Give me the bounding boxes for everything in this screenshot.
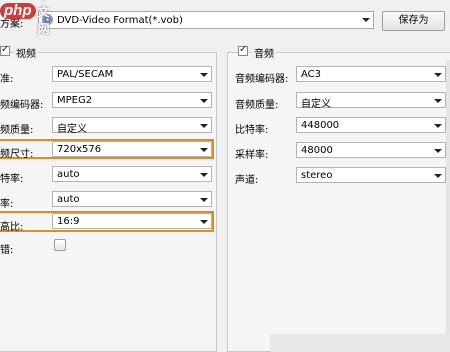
audio-quality-label: 音频质量: [235,100,279,111]
watermark-logo: php 中文网 [0,0,58,36]
scheme-select[interactable]: DVD-Video Format(*.vob) [38,11,374,29]
aspect-ratio-value: 16:9 [57,216,80,227]
video-framerate-select[interactable]: auto [52,191,212,207]
channels-value: stereo [301,170,333,181]
audio-bitrate-value: 448000 [301,120,340,131]
video-size-select[interactable]: 720x576 [52,141,212,157]
video-framerate-label: 率: [0,199,14,210]
chevron-down-icon [195,67,211,81]
chevron-down-icon [195,93,211,107]
video-codec-value: MPEG2 [57,95,93,106]
video-bitrate-value: auto [57,169,80,180]
video-size-label: 频尺寸: [0,149,34,160]
audio-legend: 音频 [252,45,276,60]
audio-codec-value: AC3 [301,69,322,80]
audio-enable-checkbox[interactable] [238,44,248,56]
chevron-down-icon [429,67,445,81]
video-standard-label: 准: [0,74,14,85]
video-quality-select[interactable]: 自定义 [52,117,212,135]
chevron-down-icon [195,167,211,181]
chevron-down-icon [429,143,445,157]
interlace-checkbox[interactable] [54,239,66,251]
audio-quality-value: 自定义 [301,99,331,110]
window-edge [446,60,450,352]
audio-codec-select[interactable]: AC3 [296,66,446,82]
chevron-down-icon [429,93,445,107]
channels-select[interactable]: stereo [296,167,446,183]
logo-mark: php [0,3,36,19]
video-framerate-value: auto [57,194,80,205]
chevron-down-icon [429,118,445,132]
scheme-value: DVD-Video Format(*.vob) [57,15,183,26]
video-quality-value: 自定义 [57,124,87,135]
video-legend: 视频 [14,45,38,60]
audio-quality-select[interactable]: 自定义 [296,92,446,110]
aspect-ratio-label: 高比: [0,222,24,233]
video-standard-value: PAL/SECAM [57,69,114,80]
bottom-strip [270,334,450,352]
sample-rate-value: 48000 [301,145,333,156]
channels-label: 声道: [235,175,259,186]
aspect-ratio-select[interactable]: 16:9 [52,213,212,229]
interlace-label: 错: [0,245,14,256]
chevron-down-icon [195,118,211,132]
video-codec-label: 频编码器: [0,100,44,111]
sample-rate-label: 采样率: [235,150,269,161]
audio-bitrate-label: 比特率: [235,125,269,136]
chevron-down-icon [195,192,211,206]
video-bitrate-label: 特率: [0,174,24,185]
chevron-down-icon [429,168,445,182]
chevron-down-icon [357,12,373,28]
chevron-down-icon [195,214,211,228]
audio-bitrate-select[interactable]: 448000 [296,117,446,133]
audio-codec-label: 音频编码器: [235,74,289,85]
video-bitrate-select[interactable]: auto [52,166,212,182]
sample-rate-select[interactable]: 48000 [296,142,446,158]
video-size-value: 720x576 [57,144,102,155]
logo-text: 中文网 [37,0,50,36]
video-enable-checkbox[interactable] [0,44,10,56]
video-codec-select[interactable]: MPEG2 [52,92,212,108]
video-quality-label: 频质量: [0,125,34,136]
video-standard-select[interactable]: PAL/SECAM [52,66,212,82]
chevron-down-icon [195,142,211,156]
save-as-button[interactable]: 保存为 [382,11,445,31]
